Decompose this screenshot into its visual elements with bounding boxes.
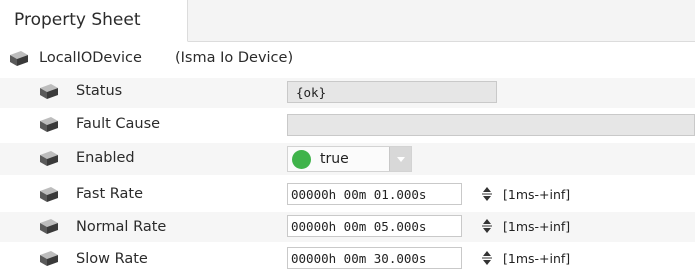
- chevron-down-icon: [397, 157, 405, 162]
- property-row-enabled: Enabled true: [0, 143, 695, 175]
- component-icon: [40, 219, 58, 234]
- property-label: Normal Rate: [76, 219, 167, 235]
- component-icon: [40, 151, 58, 166]
- slow-rate-range: [1ms-+inf]: [503, 251, 571, 266]
- component-icon: [10, 51, 28, 66]
- dropdown-button[interactable]: [389, 147, 411, 171]
- property-row-fault-cause: Fault Cause: [0, 110, 695, 140]
- component-icon: [40, 251, 58, 266]
- enabled-dropdown[interactable]: true: [287, 146, 412, 172]
- property-label: Fault Cause: [76, 116, 161, 132]
- root-name: LocalIODevice: [39, 50, 142, 66]
- status-value-field: {ok}: [287, 81, 497, 103]
- property-row-normal-rate: Normal Rate 00000h 00m 05.000s [1ms-+inf…: [0, 212, 695, 242]
- property-label: Enabled: [76, 150, 135, 166]
- normal-rate-input[interactable]: 00000h 00m 05.000s: [287, 215, 462, 237]
- property-label: Fast Rate: [76, 186, 143, 202]
- spinner-icon[interactable]: [481, 185, 493, 203]
- spinner-icon[interactable]: [481, 249, 493, 267]
- property-row-fast-rate: Fast Rate 00000h 00m 01.000s [1ms-+inf]: [0, 180, 695, 210]
- root-type: (Isma Io Device): [175, 50, 294, 66]
- property-label: Slow Rate: [76, 251, 148, 267]
- slow-rate-input[interactable]: 00000h 00m 30.000s: [287, 247, 462, 269]
- tab-bar: Property Sheet: [0, 0, 695, 42]
- enabled-value: true: [320, 151, 349, 167]
- spinner-icon[interactable]: [481, 217, 493, 235]
- status-indicator-icon: [292, 150, 311, 169]
- normal-rate-range: [1ms-+inf]: [503, 219, 571, 234]
- component-icon: [40, 84, 58, 99]
- property-row-slow-rate: Slow Rate 00000h 00m 30.000s [1ms-+inf]: [0, 244, 695, 274]
- fast-rate-range: [1ms-+inf]: [503, 187, 571, 202]
- property-row-status: Status {ok}: [0, 78, 695, 108]
- fast-rate-input[interactable]: 00000h 00m 01.000s: [287, 183, 462, 205]
- property-label: Status: [76, 83, 123, 99]
- component-icon: [40, 117, 58, 132]
- fault-cause-value-field: [287, 114, 695, 136]
- tab-property-sheet[interactable]: Property Sheet: [0, 0, 188, 42]
- component-icon: [40, 187, 58, 202]
- tree-root-row[interactable]: LocalIODevice (Isma Io Device): [0, 46, 695, 72]
